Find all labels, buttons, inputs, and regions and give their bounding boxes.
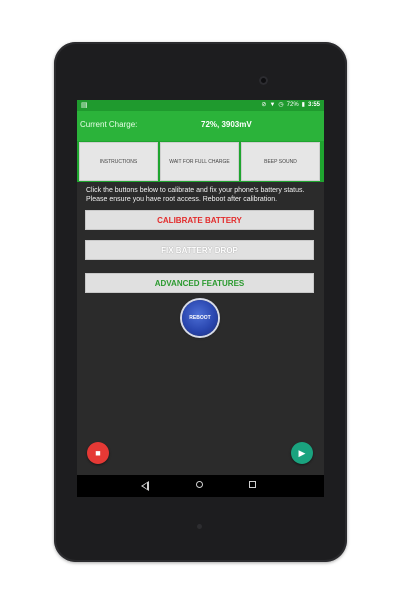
microphone-dot: [197, 524, 202, 529]
trash-icon: ■: [95, 448, 101, 458]
recent-apps-icon[interactable]: [249, 481, 256, 488]
back-icon[interactable]: [141, 481, 149, 491]
battery-percent: 72%: [286, 102, 299, 108]
calibrate-battery-button[interactable]: CALIBRATE BATTERY: [85, 210, 314, 230]
device-screen: ▤ ⊘ ▼ ◷ 72% ▮ 3:55 Current Charge: 72%, …: [77, 100, 324, 497]
play-fab[interactable]: ▶: [291, 442, 313, 464]
status-bar: ▤ ⊘ ▼ ◷ 72% ▮ 3:55: [77, 100, 324, 111]
advanced-features-button[interactable]: ADVANCED FEATURES: [85, 273, 314, 293]
notification-icon: ▤: [81, 102, 88, 109]
wifi-icon: ▼: [269, 102, 276, 108]
fix-battery-drop-button[interactable]: FIX BATTERY DROP: [85, 240, 314, 260]
dnd-icon: ⊘: [261, 102, 267, 108]
alarm-icon: ◷: [278, 102, 284, 108]
battery-icon: ▮: [301, 102, 305, 108]
current-charge-value: 72%, 3903mV: [201, 120, 252, 129]
status-time: 3:55: [307, 102, 320, 108]
tab-row: INSTRUCTIONS WAIT FOR FULL CHARGE BEEP S…: [77, 141, 324, 182]
front-camera: [259, 76, 268, 85]
status-icons: ⊘ ▼ ◷ 72% ▮ 3:55: [261, 100, 320, 111]
instructions-text: Click the buttons below to calibrate and…: [86, 187, 305, 203]
play-icon: ▶: [298, 448, 306, 458]
current-charge-label: Current Charge:: [80, 120, 138, 129]
tab-beep-sound[interactable]: BEEP SOUND: [241, 142, 320, 181]
tab-wait-for-full-charge[interactable]: WAIT FOR FULL CHARGE: [160, 142, 239, 181]
reboot-button[interactable]: REBOOT: [182, 300, 218, 336]
home-icon[interactable]: [196, 481, 203, 488]
tab-instructions[interactable]: INSTRUCTIONS: [79, 142, 158, 181]
navigation-bar: [77, 475, 324, 497]
app-bar: Current Charge: 72%, 3903mV: [77, 111, 324, 141]
delete-fab[interactable]: ■: [87, 442, 109, 464]
